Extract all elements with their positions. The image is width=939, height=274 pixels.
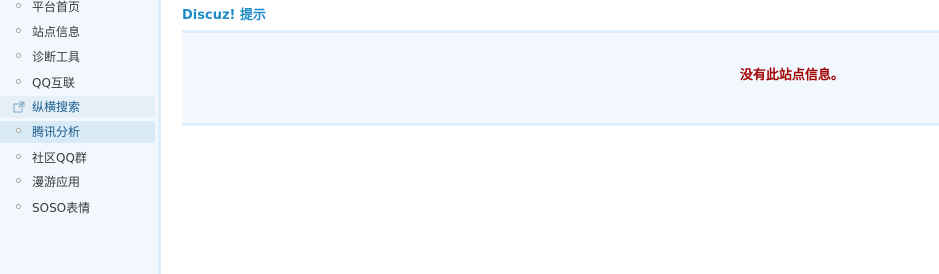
sidebar-item-label: 纵横搜索 [32,100,81,114]
sidebar-item-label: 社区QQ群 [32,151,87,165]
error-message: 没有此站点信息。 [740,68,845,83]
sidebar-item-label: 漫游应用 [32,175,81,189]
sidebar-item-platform-home[interactable]: 平台首页 [0,0,155,18]
sidebar-item-label: 腾讯分析 [32,125,81,139]
bullet-icon [16,154,21,159]
sidebar-item-diagnostic-tools[interactable]: 诊断工具 [0,46,155,68]
bullet-icon [16,204,21,209]
sidebar-item-label: 诊断工具 [32,50,81,64]
sidebar-item-tencent-analytics[interactable]: 腾讯分析 [0,121,155,143]
bullet-icon [16,178,21,183]
bullet-icon [16,79,21,84]
bullet-icon [16,53,21,58]
sidebar: 平台首页 站点信息 诊断工具 QQ互联 纵横搜索 腾讯分析 社区QQ群 漫游应用… [0,0,158,274]
sidebar-item-community-qq-group[interactable]: 社区QQ群 [0,147,155,169]
sidebar-item-label: SOSO表情 [32,201,91,215]
sidebar-item-label: 站点信息 [32,25,81,39]
sidebar-item-qq-connect[interactable]: QQ互联 [0,72,155,94]
bullet-icon [16,28,21,33]
sidebar-item-vertical-search[interactable]: 纵横搜索 [0,96,155,118]
sidebar-divider [158,0,161,274]
bullet-icon [16,128,21,133]
sidebar-item-label: QQ互联 [32,76,75,90]
bullet-icon [16,3,21,8]
sidebar-item-soso-emoticons[interactable]: SOSO表情 [0,197,155,219]
page-title: Discuz! 提示 [182,8,266,23]
sidebar-item-label: 平台首页 [32,0,81,14]
external-link-icon [13,101,25,113]
sidebar-item-site-info[interactable]: 站点信息 [0,21,155,43]
sidebar-item-roaming-apps[interactable]: 漫游应用 [0,171,155,193]
